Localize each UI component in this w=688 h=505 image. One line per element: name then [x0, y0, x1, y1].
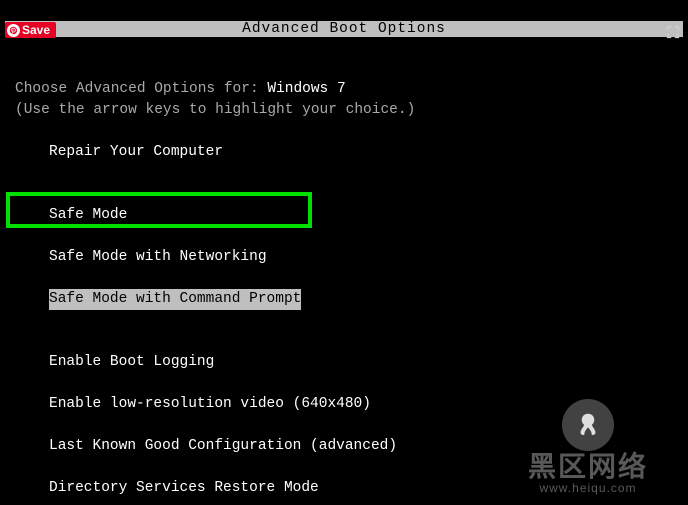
option-safe-mode-cmd-selected: Safe Mode with Command Prompt: [49, 289, 301, 310]
save-button-label: Save: [22, 23, 50, 37]
option-safe-mode-cmd[interactable]: Safe Mode with Command Prompt: [15, 289, 680, 310]
choose-label: Choose Advanced Options for:: [15, 81, 267, 97]
option-lkgc[interactable]: Last Known Good Configuration (advanced): [15, 436, 680, 457]
option-boot-logging[interactable]: Enable Boot Logging: [15, 352, 680, 373]
option-safe-mode[interactable]: Safe Mode: [15, 205, 680, 226]
boot-menu-content: Choose Advanced Options for: Windows 7 (…: [15, 58, 680, 505]
window-title: Advanced Boot Options: [242, 21, 446, 37]
option-low-res[interactable]: Enable low-resolution video (640x480): [15, 394, 680, 415]
pinterest-save-button[interactable]: Save: [5, 22, 56, 38]
pinterest-icon: [7, 24, 20, 37]
option-repair[interactable]: Repair Your Computer: [15, 142, 680, 163]
option-safe-mode-networking[interactable]: Safe Mode with Networking: [15, 247, 680, 268]
option-dsrm[interactable]: Directory Services Restore Mode: [15, 478, 680, 499]
window-title-bar: Advanced Boot Options: [5, 21, 683, 37]
expand-icon[interactable]: [666, 25, 680, 39]
hint-text: (Use the arrow keys to highlight your ch…: [15, 102, 415, 118]
os-name: Windows 7: [267, 81, 345, 97]
